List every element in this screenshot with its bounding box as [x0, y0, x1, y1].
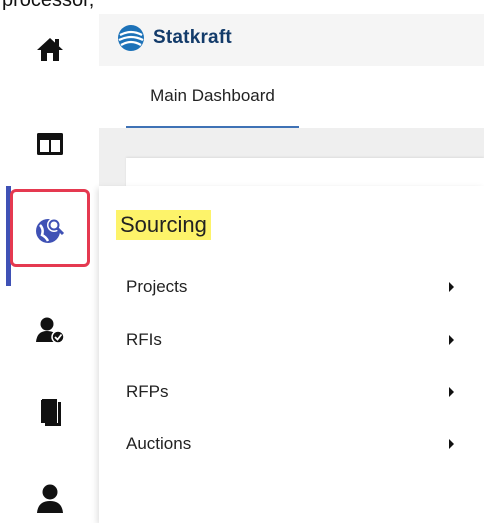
- sidebar-item-dashboard[interactable]: [0, 124, 99, 164]
- chevron-right-icon: [449, 439, 454, 449]
- flyout-title: Sourcing: [116, 210, 211, 240]
- home-icon: [36, 38, 63, 61]
- app-header: Statkraft: [99, 14, 484, 66]
- content-card: [126, 158, 484, 188]
- menu-item-label: Auctions: [126, 434, 192, 453]
- sidebar-item-home[interactable]: [0, 29, 99, 69]
- menu-item-label: RFPs: [126, 382, 169, 401]
- sidebar-item-profile[interactable]: [0, 478, 99, 518]
- sourcing-icon: [35, 218, 64, 243]
- menu-item-auctions[interactable]: Auctions: [126, 424, 466, 464]
- chevron-right-icon: [449, 282, 454, 292]
- statkraft-logo-icon: [118, 25, 144, 51]
- dashboard-icon: [36, 133, 63, 155]
- tab-bar: Main Dashboard: [99, 66, 484, 128]
- user-icon: [36, 484, 63, 513]
- sidebar-item-documents[interactable]: [0, 390, 99, 434]
- menu-item-rfps[interactable]: RFPs: [126, 372, 466, 412]
- sourcing-flyout-menu: Sourcing Projects RFIs RFPs Auctions: [99, 186, 484, 523]
- menu-item-label: RFIs: [126, 330, 162, 349]
- chevron-right-icon: [449, 387, 454, 397]
- sidebar-item-user-approval[interactable]: [0, 310, 99, 350]
- user-check-icon: [35, 317, 65, 344]
- brand-logo[interactable]: Statkraft: [117, 24, 232, 52]
- cropped-top-text: processor,: [2, 0, 95, 11]
- tab-main-dashboard[interactable]: Main Dashboard: [126, 66, 299, 128]
- documents-icon: [38, 397, 61, 426]
- menu-item-rfis[interactable]: RFIs: [126, 320, 466, 360]
- icon-sidebar: [0, 14, 99, 523]
- sidebar-item-sourcing[interactable]: [0, 208, 99, 252]
- menu-item-label: Projects: [126, 277, 188, 296]
- menu-item-projects[interactable]: Projects: [126, 267, 466, 307]
- chevron-right-icon: [449, 335, 454, 345]
- brand-name: Statkraft: [153, 27, 232, 48]
